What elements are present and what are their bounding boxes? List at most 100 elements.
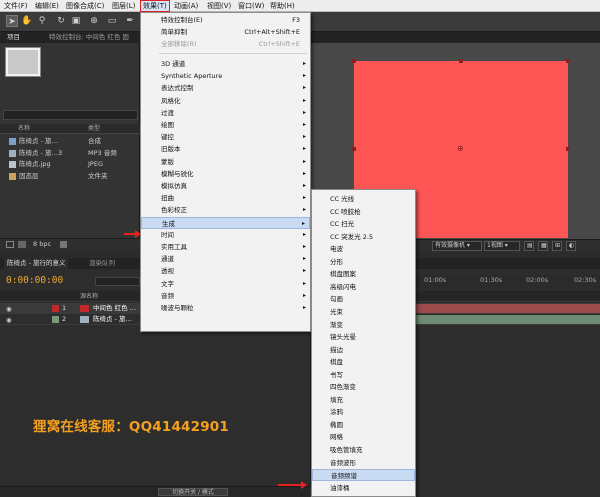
pen-tool-icon[interactable]: ✒ (124, 15, 136, 27)
hand-tool-icon[interactable]: ✋ (21, 15, 33, 27)
selection-tool-icon[interactable]: ➤ (6, 15, 18, 27)
menu-file[interactable]: 文件(F) (4, 0, 28, 12)
menu-item-generate-effect[interactable]: 网格 (312, 431, 415, 443)
menu-item-generate-effect[interactable]: 油漆桶 (312, 482, 415, 494)
menu-item-category[interactable]: 模糊与锐化 ▸ (141, 168, 310, 180)
menu-item-generate-effect[interactable]: CC 突发光 2.5 (312, 231, 415, 243)
project-item[interactable]: 陈绮贞 - 旅… 合成 (0, 136, 140, 147)
tab-effect-controls[interactable]: 特效控制台: 中间色 红色 固 (46, 32, 132, 43)
camera-tool-icon[interactable]: ▣ (70, 15, 82, 27)
tab-timeline-comp[interactable]: 陈绮贞 - 旅行的意义 (4, 258, 69, 269)
fast-preview-icon[interactable]: ▤ (524, 241, 534, 251)
menu-item-simple-choker[interactable]: 简单抑制 Ctrl+Alt+Shift+E (141, 26, 310, 38)
menu-item-category[interactable]: 过渡 ▸ (141, 107, 310, 119)
zoom-tool-icon[interactable]: ⚲ (36, 15, 48, 27)
layer-name[interactable]: 陈绮贞 - 旅… (93, 314, 132, 325)
menu-item-generate-effect[interactable]: 镜头光晕 (312, 331, 415, 343)
delete-icon[interactable] (60, 241, 67, 248)
column-type[interactable]: 类型 (88, 124, 100, 134)
menu-item-category[interactable]: 实用工具 ▸ (141, 241, 310, 253)
menu-item-generate-effect[interactable]: CC 喷胶枪 (312, 206, 415, 218)
menu-item-category[interactable]: 文字 ▸ (141, 278, 310, 290)
project-search-input[interactable] (3, 110, 138, 120)
tab-render-queue[interactable]: 渲染队列 (86, 258, 118, 269)
transform-handle[interactable] (566, 147, 570, 151)
menu-item-generate-effect[interactable]: 光束 (312, 306, 415, 318)
menu-item-category[interactable]: 噪波与颗粒 ▸ (141, 302, 310, 314)
menu-item-category[interactable]: 3D 通道 ▸ (141, 58, 310, 70)
menu-layer[interactable]: 图层(L) (112, 0, 135, 12)
tab-project[interactable]: 项目 (4, 32, 23, 43)
flowchart-icon[interactable]: ⊞ (552, 241, 562, 251)
layer-name[interactable]: 中间色 红色 … (93, 303, 136, 314)
transform-handle[interactable] (352, 147, 356, 151)
transform-handle[interactable] (459, 59, 463, 63)
exposure-icon[interactable]: ◐ (566, 241, 576, 251)
interpret-footage-icon[interactable] (6, 241, 14, 248)
menu-item-generate-effect[interactable]: 渐变 (312, 319, 415, 331)
menu-composition[interactable]: 图像合成(C) (66, 0, 104, 12)
toggle-switches-modes-button[interactable]: 切换开关 / 模式 (158, 488, 228, 496)
menu-item-generate-effect[interactable]: 涂鸦 (312, 406, 415, 418)
transform-handle[interactable] (352, 59, 356, 63)
menu-item-generate-effect[interactable]: 电波 (312, 243, 415, 255)
project-item[interactable]: 陈绮贞 - 旅…3 MP3 音频 (0, 148, 140, 159)
rotate-tool-icon[interactable]: ↻ (55, 15, 67, 27)
menu-window[interactable]: 窗口(W) (238, 0, 264, 12)
menu-item-generate-effect[interactable]: 描边 (312, 344, 415, 356)
layer-duration-bar[interactable] (416, 315, 600, 324)
menu-item-generate-effect[interactable]: 吸色管填充 (312, 444, 415, 456)
view-layout-select[interactable]: 1视图 ▾ (484, 241, 520, 251)
menu-item-category[interactable]: 通道 ▸ (141, 253, 310, 265)
project-item[interactable]: 陈绮贞.jpg JPEG (0, 159, 140, 170)
menu-item-category[interactable]: 绘图 ▸ (141, 119, 310, 131)
rectangle-mask-tool-icon[interactable]: ▭ (106, 15, 118, 27)
menu-item-category[interactable]: 生成 ▸ (141, 216, 310, 229)
menu-item-category[interactable]: 色彩校正 ▸ (141, 204, 310, 216)
menu-item-generate-effect[interactable]: 四色渐变 (312, 381, 415, 393)
menu-item-category[interactable]: 表达式控制 ▸ (141, 82, 310, 94)
menu-item-generate-effect[interactable]: 音频频谱 (312, 469, 415, 482)
menu-item-category[interactable]: 旧版本 ▸ (141, 143, 310, 155)
layer-duration-bar[interactable] (416, 304, 600, 313)
project-item[interactable]: 固态层 文件夹 (0, 171, 140, 182)
menu-item-category[interactable]: Synthetic Aperture ▸ (141, 70, 310, 82)
menu-item-category[interactable]: 模拟仿真 ▸ (141, 180, 310, 192)
menu-edit[interactable]: 编辑(E) (35, 0, 59, 12)
current-time-display[interactable]: 0:00:00:00 (6, 275, 63, 286)
menu-item-category[interactable]: 蒙版 ▸ (141, 156, 310, 168)
menu-item-generate-effect[interactable]: 椭圆 (312, 419, 415, 431)
eye-icon[interactable]: ◉ (6, 305, 12, 313)
transform-handle[interactable] (566, 59, 570, 63)
new-folder-icon[interactable] (18, 241, 26, 248)
menu-item-generate-effect[interactable]: 棋盘图案 (312, 268, 415, 280)
camera-view-select[interactable]: 有效摄像机 ▾ (432, 241, 482, 251)
menu-item-generate-effect[interactable]: 棋盘 (312, 356, 415, 368)
menu-item-category[interactable]: 音频 ▸ (141, 290, 310, 302)
anchor-point-icon[interactable]: ⊕ (457, 145, 464, 153)
menu-item-category[interactable]: 键控 ▸ (141, 131, 310, 143)
eye-icon[interactable]: ◉ (6, 316, 12, 324)
timeline-icon[interactable]: ▦ (538, 241, 548, 251)
menu-help[interactable]: 帮助(H) (270, 0, 295, 12)
layer-label-color[interactable] (52, 316, 59, 323)
bpc-label[interactable]: 8 bpc (33, 240, 51, 248)
menu-item-generate-effect[interactable]: 音频波形 (312, 457, 415, 469)
menu-item-generate-effect[interactable]: CC 扫光 (312, 218, 415, 230)
menu-item-generate-effect[interactable]: 高级闪电 (312, 281, 415, 293)
menu-item-effect-controls[interactable]: 特效控制台(E) F3 (141, 14, 310, 26)
menu-item-category[interactable]: 扭曲 ▸ (141, 192, 310, 204)
menu-item-remove-all[interactable]: 全部移除(R) Ctrl+Shift+E (141, 38, 310, 50)
menu-effects[interactable]: 效果(T) (140, 0, 170, 12)
menu-item-generate-effect[interactable]: 书写 (312, 369, 415, 381)
layer-label-color[interactable] (52, 305, 59, 312)
menu-item-category[interactable]: 风格化 ▸ (141, 95, 310, 107)
menu-item-category[interactable]: 透视 ▸ (141, 265, 310, 277)
menu-item-generate-effect[interactable]: 填充 (312, 394, 415, 406)
timeline-search-input[interactable] (95, 277, 140, 286)
menu-view[interactable]: 视图(V) (207, 0, 231, 12)
menu-item-generate-effect[interactable]: CC 光线 (312, 193, 415, 205)
menu-item-category[interactable]: 时间 ▸ (141, 229, 310, 241)
pan-behind-tool-icon[interactable]: ⊕ (88, 15, 100, 27)
column-source-name[interactable]: 源名称 (80, 291, 98, 302)
